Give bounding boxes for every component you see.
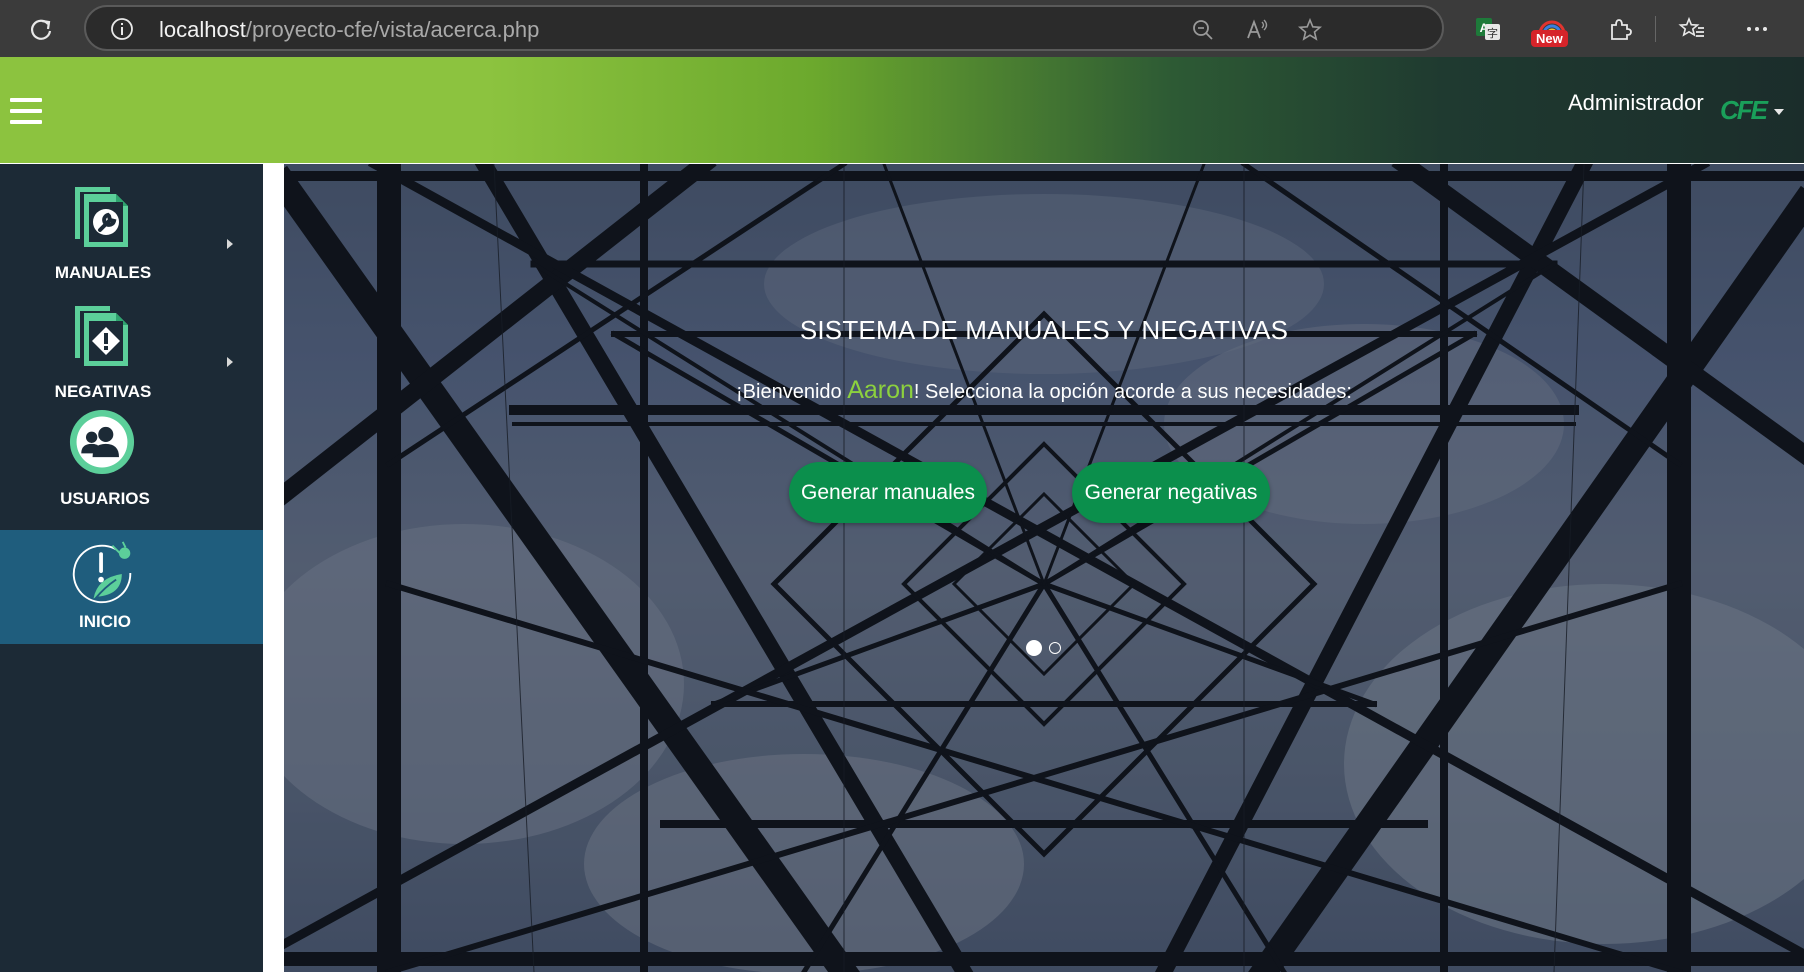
zoom-icon[interactable] xyxy=(1190,17,1216,43)
hero-carousel: SISTEMA DE MANUALES Y NEGATIVAS ¡Bienven… xyxy=(284,164,1804,972)
sidebar-item-label: USUARIOS xyxy=(60,489,150,508)
user-name[interactable]: Administrador xyxy=(1568,90,1704,116)
user-menu-caret-icon[interactable] xyxy=(1774,109,1784,115)
hero-dark-overlay xyxy=(284,164,1804,972)
svg-text:字: 字 xyxy=(1487,26,1498,40)
address-bar[interactable]: localhost/proyecto-cfe/vista/acerca.php xyxy=(84,5,1444,51)
reload-button[interactable] xyxy=(22,11,60,49)
more-options-icon[interactable] xyxy=(1741,13,1773,45)
sidebar-item-usuarios[interactable]: USUARIOS xyxy=(0,409,263,523)
negative-warning-icon xyxy=(75,306,128,366)
content-gutter xyxy=(263,164,284,972)
read-aloud-icon[interactable] xyxy=(1244,17,1270,43)
url-host: localhost xyxy=(159,17,246,42)
cfe-logo: CFE xyxy=(1720,95,1768,125)
sidebar-item-negativas[interactable]: NEGATIVAS xyxy=(0,291,263,405)
favorites-icon[interactable] xyxy=(1676,13,1708,45)
sidebar-item-inicio[interactable]: INICIO xyxy=(0,530,263,644)
submenu-caret-icon xyxy=(227,239,233,249)
url-text[interactable]: localhost/proyecto-cfe/vista/acerca.php xyxy=(159,17,539,43)
manual-wrench-icon xyxy=(75,187,128,247)
translate-extension-icon[interactable]: A 字 xyxy=(1472,13,1504,45)
home-leaf-icon xyxy=(72,541,132,604)
sidebar-item-label: MANUALES xyxy=(54,263,152,282)
carousel-indicator-1[interactable] xyxy=(1026,640,1042,656)
new-badge: New xyxy=(1531,30,1568,47)
favorite-star-icon[interactable] xyxy=(1297,17,1323,43)
generate-manuals-button[interactable]: Generar manuales xyxy=(789,462,987,523)
welcome-suffix: ! Selecciona la opción acorde a sus nece… xyxy=(913,381,1352,403)
generate-negatives-button[interactable]: Generar negativas xyxy=(1072,462,1270,523)
extensions-puzzle-icon[interactable] xyxy=(1604,13,1636,45)
carousel-indicator-2[interactable] xyxy=(1049,642,1061,654)
reload-icon xyxy=(30,19,52,40)
url-path: /proyecto-cfe/vista/acerca.php xyxy=(245,17,540,42)
welcome-message: ¡Bienvenido Aaron! Selecciona la opción … xyxy=(284,376,1804,405)
sidebar-item-label: INICIO xyxy=(79,612,131,631)
welcome-prefix: ¡Bienvenido xyxy=(736,381,848,403)
menu-toggle-icon[interactable] xyxy=(10,98,42,124)
submenu-caret-icon xyxy=(227,357,233,367)
users-icon xyxy=(69,409,135,475)
browser-toolbar: localhost/proyecto-cfe/vista/acerca.php … xyxy=(0,0,1804,57)
app-header: Administrador CFE xyxy=(0,57,1804,163)
toolbar-separator xyxy=(1655,16,1656,42)
hero-title: SISTEMA DE MANUALES Y NEGATIVAS xyxy=(799,315,1289,345)
sidebar-item-manuales[interactable]: MANUALES xyxy=(0,172,263,286)
sidebar: MANUALES NEGATIVAS USUARIOS INICIO xyxy=(0,164,263,972)
site-info-icon[interactable] xyxy=(110,17,134,41)
welcome-user-name: Aaron xyxy=(847,376,914,404)
sidebar-item-label: NEGATIVAS xyxy=(54,382,152,401)
